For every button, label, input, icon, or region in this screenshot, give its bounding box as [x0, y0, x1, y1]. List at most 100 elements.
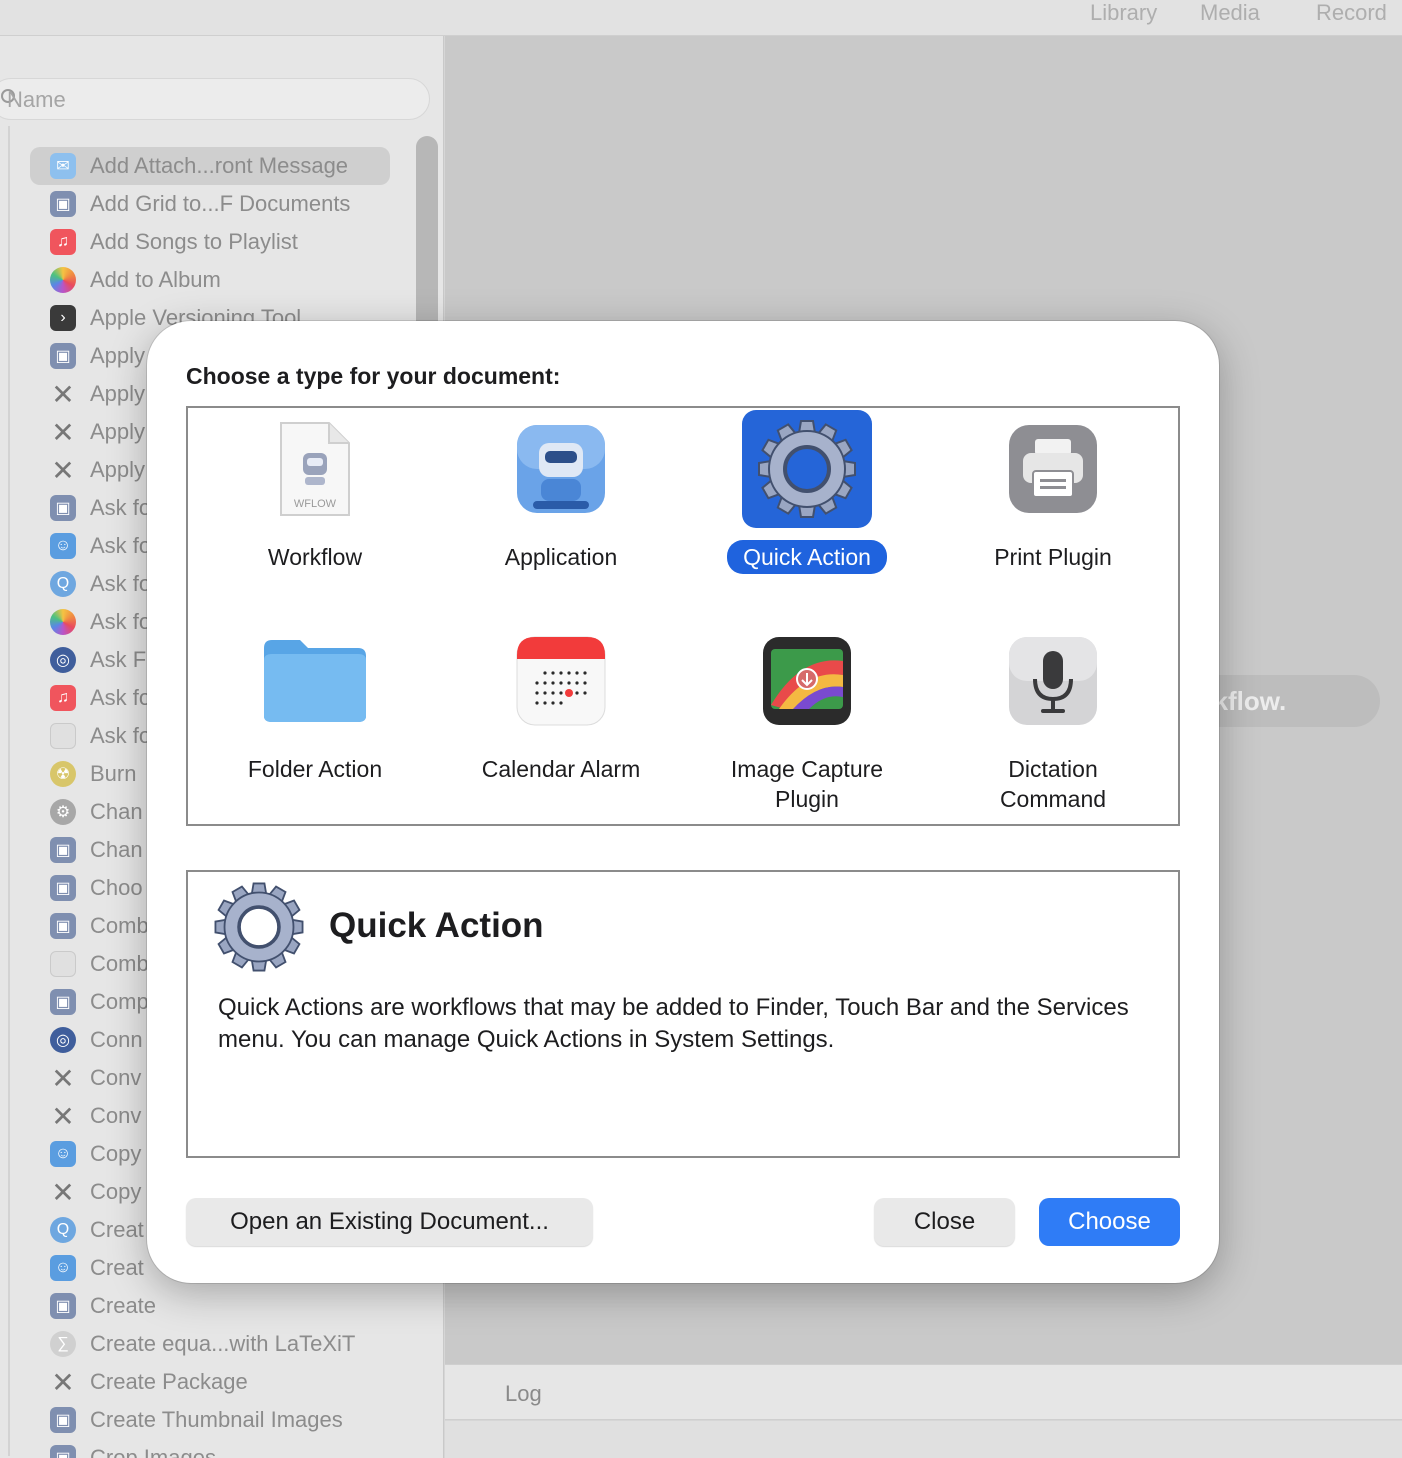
automator-icon: ▣: [50, 875, 76, 901]
list-item-label: Conv: [90, 1103, 142, 1128]
type-image-capture-plugin[interactable]: Image Capture Plugin: [684, 622, 930, 816]
library-button[interactable]: Library: [1090, 0, 1157, 26]
gear-icon: [210, 878, 308, 976]
list-item[interactable]: Add to Album: [30, 261, 430, 299]
automator-icon: ▣: [50, 913, 76, 939]
finder-icon: ☺: [50, 1255, 76, 1281]
type-quick-action[interactable]: Quick Action: [684, 410, 930, 574]
terminal-icon: ›: [50, 305, 76, 331]
type-calendar-alarm[interactable]: Calendar Alarm: [438, 622, 684, 786]
dialog-title: Choose a type for your document:: [186, 363, 561, 389]
automator-robot-icon: [496, 410, 626, 528]
list-item[interactable]: ▣ Create Thumbnail Images: [30, 1401, 430, 1439]
log-area: [445, 1421, 1402, 1458]
automator-icon: ▣: [50, 1293, 76, 1319]
list-item-label: Creat: [90, 1255, 144, 1280]
type-folder-action[interactable]: Folder Action: [192, 622, 438, 786]
automator-icon: ▣: [50, 837, 76, 863]
list-item-label: Create Thumbnail Images: [90, 1407, 343, 1432]
list-item-label: Apply: [90, 381, 146, 406]
list-item[interactable]: ♫ Add Songs to Playlist: [30, 223, 430, 261]
photos-icon: [50, 267, 76, 293]
list-item-label: Burn: [90, 761, 137, 786]
list-item-label: Comp: [90, 989, 149, 1014]
list-item-label: Ask fo: [90, 685, 152, 710]
list-item-label: Create equa...with LaTeXiT: [90, 1331, 356, 1356]
type-application[interactable]: Application: [438, 410, 684, 574]
automator-icon: ▣: [50, 989, 76, 1015]
type-workflow[interactable]: WFLOW Workflow: [192, 410, 438, 574]
folder-icon: [250, 622, 380, 740]
log-tab[interactable]: Log: [505, 1381, 542, 1407]
media-button[interactable]: Media: [1200, 0, 1260, 26]
list-item-label: Creat: [90, 1217, 144, 1242]
finder-icon: ☺: [50, 1141, 76, 1167]
tools-icon: ✕: [51, 1100, 75, 1132]
list-item[interactable]: ✉ Add Attach...ront Message: [30, 147, 390, 185]
list-item-label: Ask fo: [90, 723, 152, 748]
list-item-label: Create Package: [90, 1369, 248, 1394]
list-item-label: Ask fo: [90, 609, 152, 634]
latex-icon: ∑: [50, 1331, 76, 1357]
calendar-icon: [496, 622, 626, 740]
list-item-label: Comb: [90, 951, 149, 976]
list-item-label: Add Attach...ront Message: [90, 153, 349, 178]
tools-icon: ✕: [51, 1366, 75, 1398]
open-existing-document-button[interactable]: Open an Existing Document...: [186, 1198, 593, 1246]
choose-button[interactable]: Choose: [1039, 1198, 1180, 1246]
gear-icon: [742, 410, 872, 528]
list-item[interactable]: ∑ Create equa...with LaTeXiT: [30, 1325, 430, 1363]
close-button[interactable]: Close: [874, 1198, 1015, 1246]
list-item-label: Crop Images: [90, 1445, 216, 1458]
type-print-plugin[interactable]: Print Plugin: [930, 410, 1176, 574]
automator-icon: ▣: [50, 1445, 76, 1458]
list-item-label: Apply: [90, 419, 146, 444]
list-item-label: Add Grid to...F Documents: [90, 191, 351, 216]
microphone-icon: [988, 622, 1118, 740]
printer-icon: [988, 410, 1118, 528]
quicktime-icon: Q: [50, 571, 76, 597]
tools-icon: ✕: [51, 416, 75, 448]
type-label: Folder Action: [247, 756, 383, 782]
automator-icon: ▣: [50, 191, 76, 217]
list-item[interactable]: ▣ Create: [30, 1287, 430, 1325]
automator-icon: ▣: [50, 1407, 76, 1433]
music-icon: ♫: [50, 229, 76, 255]
tools-icon: ✕: [51, 1062, 75, 1094]
automator-icon: ▣: [50, 343, 76, 369]
tools-icon: ✕: [51, 378, 75, 410]
list-item-label: Chan: [90, 799, 143, 824]
divider: [8, 126, 10, 1456]
list-item-label: Ask fo: [90, 571, 152, 596]
list-item-label: Choo: [90, 875, 143, 900]
list-item-label: Comb: [90, 913, 149, 938]
list-item[interactable]: ▣ Add Grid to...F Documents: [30, 185, 430, 223]
description-title: Quick Action: [329, 906, 544, 945]
document-type-grid: WFLOW Workflow Application Quick Action …: [186, 406, 1180, 826]
gear-icon: ⚙: [50, 799, 76, 825]
globe-icon: ◎: [50, 1027, 76, 1053]
type-dictation-command[interactable]: Dictation Command: [930, 622, 1176, 816]
burn-icon: ☢: [50, 761, 76, 787]
list-item[interactable]: ✕ Create Package: [30, 1363, 430, 1401]
automator-icon: ▣: [50, 495, 76, 521]
globe-icon: ◎: [50, 647, 76, 673]
workflow-badge: WFLOW: [294, 498, 337, 510]
list-item[interactable]: ▣ Crop Images: [30, 1439, 430, 1458]
window-toolbar: Library Media Record: [0, 0, 1402, 36]
list-item-label: Conv: [90, 1065, 142, 1090]
type-label: Application: [504, 544, 618, 570]
list-item-label: Ask fo: [90, 533, 152, 558]
tools-icon: ✕: [51, 454, 75, 486]
finder-icon: ☺: [50, 533, 76, 559]
type-label: Print Plugin: [994, 544, 1112, 570]
music-icon: ♫: [50, 685, 76, 711]
list-item-label: Create: [90, 1293, 157, 1318]
document-type-dialog: Choose a type for your document: WFLOW W…: [147, 321, 1219, 1283]
log-bar: Log: [445, 1364, 1402, 1420]
record-button[interactable]: Record: [1316, 0, 1387, 26]
type-description-panel: Quick Action Quick Actions are workflows…: [186, 870, 1180, 1158]
list-item-label: Conn: [90, 1027, 143, 1052]
search-input[interactable]: [7, 87, 367, 113]
search-field[interactable]: [0, 78, 430, 120]
